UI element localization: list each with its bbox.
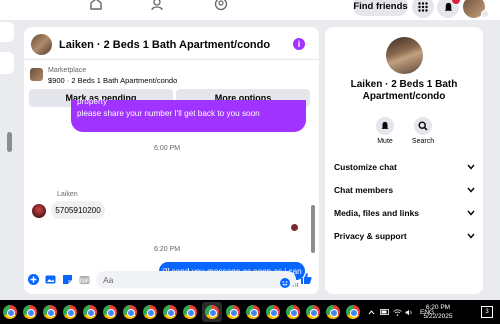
section-customize-chat[interactable]: Customize chat xyxy=(334,160,475,174)
read-receipt-avatar xyxy=(291,224,298,231)
message-list: property please share your number I'll g… xyxy=(24,97,319,289)
section-media-files-links[interactable]: Media, files and links xyxy=(334,206,475,220)
gif-icon[interactable]: GIF xyxy=(79,274,90,285)
sidebar-card[interactable] xyxy=(0,22,14,42)
system-clock[interactable]: 6:20 PM 5/22/2025 xyxy=(414,303,462,321)
home-icon[interactable] xyxy=(88,0,104,12)
section-label: Privacy & support xyxy=(334,231,407,241)
chrome-icon[interactable] xyxy=(226,305,240,319)
chrome-icon[interactable] xyxy=(63,305,77,319)
chrome-icon[interactable] xyxy=(43,305,57,319)
wifi-icon[interactable] xyxy=(393,300,402,324)
mute-label: Mute xyxy=(377,138,393,145)
top-navigation: Find friends xyxy=(0,0,500,20)
message-text: please share your number I'll get back t… xyxy=(77,109,260,118)
chat-scrollbar[interactable] xyxy=(311,205,315,253)
message-text: property xyxy=(77,97,108,106)
section-chat-members[interactable]: Chat members xyxy=(334,183,475,197)
message-bubble-incoming[interactable]: 5705910200 xyxy=(51,201,105,219)
emoji-icon[interactable] xyxy=(279,277,290,288)
chrome-icon[interactable] xyxy=(3,305,17,319)
windows-taskbar: ENG 6:20 PM 5/22/2025 3 xyxy=(0,300,500,324)
timestamp: 6:20 PM xyxy=(154,246,181,253)
conversation-avatar[interactable] xyxy=(386,37,423,74)
svg-text:GIF: GIF xyxy=(80,278,90,284)
chat-avatar[interactable] xyxy=(31,34,52,55)
section-label: Media, files and links xyxy=(334,208,420,218)
sidebar-scrollbar[interactable] xyxy=(7,132,12,152)
chrome-icon[interactable] xyxy=(83,305,97,319)
message-input-placeholder: Aa xyxy=(103,274,114,285)
sidebar-card[interactable] xyxy=(0,52,14,74)
chevron-down-icon xyxy=(467,210,475,216)
chrome-icon[interactable] xyxy=(205,305,219,319)
friends-icon[interactable] xyxy=(150,0,166,12)
conversation-info-panel: Laiken · 2 Beds 1 Bath Apartment/condo M… xyxy=(325,27,483,294)
clock-date: 5/22/2025 xyxy=(423,313,453,320)
menu-grid-icon[interactable] xyxy=(412,0,434,18)
find-friends-button[interactable]: Find friends xyxy=(353,0,408,16)
chrome-icon[interactable] xyxy=(23,305,37,319)
chrome-icon[interactable] xyxy=(306,305,320,319)
action-center-notifications[interactable]: 3 xyxy=(481,306,493,318)
chrome-icon[interactable] xyxy=(246,305,260,319)
volume-icon[interactable] xyxy=(405,300,413,324)
message-bubble-incoming-highlight[interactable]: property please share your number I'll g… xyxy=(71,97,306,132)
sticker-icon[interactable] xyxy=(62,274,73,285)
chrome-icon[interactable] xyxy=(103,305,117,319)
left-sidebar-edge xyxy=(0,20,18,300)
chrome-icon[interactable] xyxy=(326,305,340,319)
battery-icon[interactable] xyxy=(380,300,390,324)
chrome-icon[interactable] xyxy=(143,305,157,319)
section-privacy-support[interactable]: Privacy & support xyxy=(334,229,475,243)
search-icon xyxy=(414,117,432,135)
info-icon[interactable]: i xyxy=(293,38,305,50)
account-chevron-icon[interactable] xyxy=(481,10,489,18)
chat-window: Laiken · 2 Beds 1 Bath Apartment/condo i… xyxy=(24,27,319,294)
chrome-icon[interactable] xyxy=(266,305,280,319)
chevron-down-icon xyxy=(467,233,475,239)
timestamp: 6:00 PM xyxy=(154,145,181,152)
add-plus-icon[interactable] xyxy=(28,274,39,285)
sender-avatar[interactable] xyxy=(32,204,46,218)
bell-icon xyxy=(376,117,394,135)
notification-badge xyxy=(452,0,460,4)
clock-time: 6:20 PM xyxy=(425,304,451,311)
tray-overflow-icon[interactable] xyxy=(368,300,375,324)
chrome-icon[interactable] xyxy=(183,305,197,319)
chrome-icon[interactable] xyxy=(346,305,360,319)
section-label: Chat members xyxy=(334,185,394,195)
listing-title: $900 · 2 Beds 1 Bath Apartment/condo xyxy=(48,76,178,85)
search-label: Search xyxy=(411,138,435,145)
mute-action[interactable]: Mute xyxy=(365,117,405,145)
conversation-title: Laiken · 2 Beds 1 Bath Apartment/condo xyxy=(350,79,458,102)
message-input[interactable]: Aa xyxy=(96,271,296,288)
chrome-icon[interactable] xyxy=(163,305,177,319)
chevron-down-icon xyxy=(467,164,475,170)
chrome-icon[interactable] xyxy=(123,305,137,319)
chat-header: Laiken · 2 Beds 1 Bath Apartment/condo i xyxy=(24,27,319,60)
message-composer: GIF Aa xyxy=(24,268,319,292)
photo-icon[interactable] xyxy=(45,274,56,285)
listing-thumbnail xyxy=(30,68,43,81)
like-thumb-icon[interactable] xyxy=(300,272,312,285)
groups-icon[interactable] xyxy=(213,0,229,12)
chrome-icon[interactable] xyxy=(286,305,300,319)
section-label: Customize chat xyxy=(334,162,397,172)
marketplace-label: Marketplace xyxy=(48,67,87,74)
search-action[interactable]: Search xyxy=(403,117,443,145)
chat-title[interactable]: Laiken · 2 Beds 1 Bath Apartment/condo xyxy=(59,39,270,51)
chevron-down-icon xyxy=(467,187,475,193)
sender-name: Laiken xyxy=(57,191,78,198)
